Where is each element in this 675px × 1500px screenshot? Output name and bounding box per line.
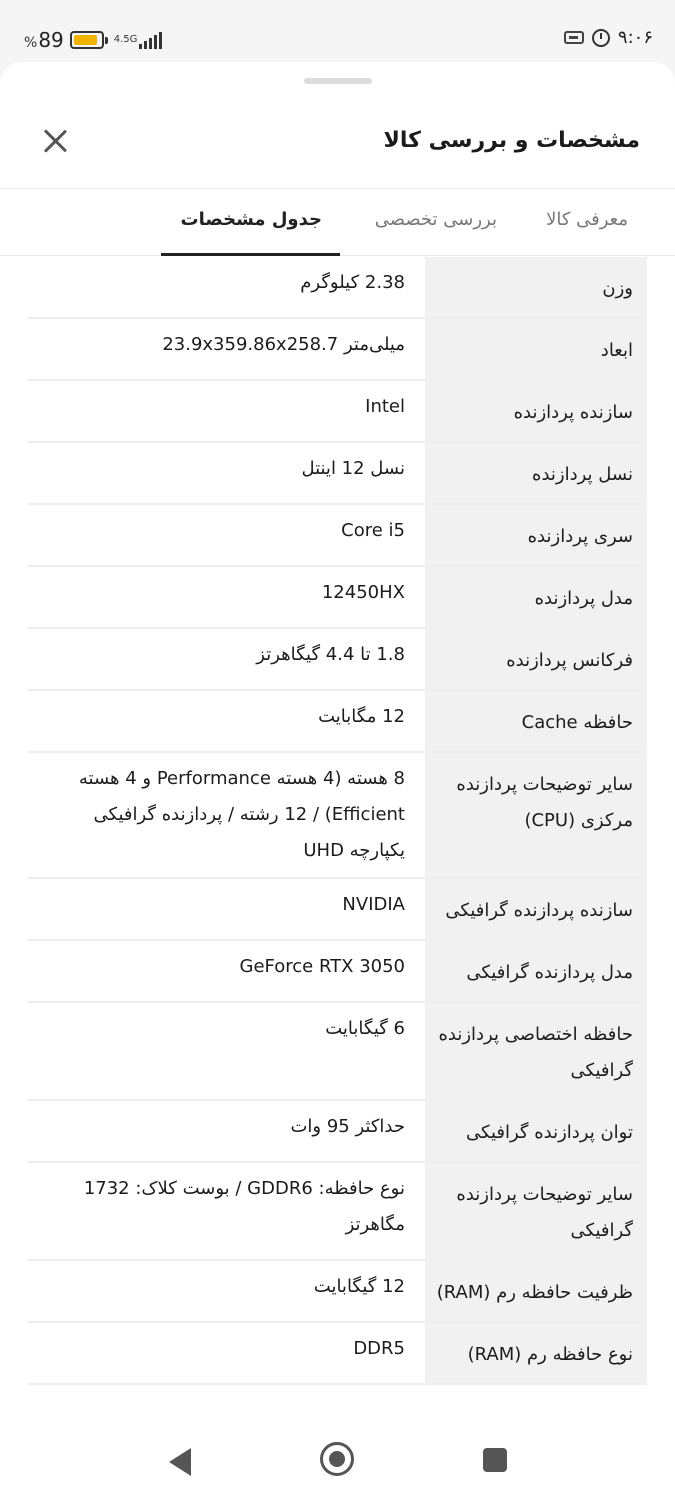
battery-fill bbox=[73, 35, 97, 45]
spec-value: 1.8 تا 4.4 گیگاهرتز bbox=[256, 644, 405, 665]
alarm-icon bbox=[591, 28, 610, 47]
spec-value: میلی‌متر 23.9x359.86x258.7 bbox=[162, 334, 405, 355]
spec-label: نوع حافظه رم (RAM) bbox=[425, 1323, 647, 1383]
active-tab-indicator bbox=[161, 253, 340, 256]
spec-row: فرکانس پردازنده 1.8 تا 4.4 گیگاهرتز bbox=[28, 629, 647, 691]
home-icon[interactable] bbox=[320, 1442, 354, 1476]
spec-value: 12450HX bbox=[321, 582, 405, 603]
spec-row: سایر توضیحات پردازنده گرافیکی نوع حافظه: … bbox=[28, 1163, 647, 1261]
spec-label: ظرفیت حافظه رم (RAM) bbox=[425, 1261, 647, 1321]
spec-label: ابعاد bbox=[425, 319, 647, 379]
spec-value: 12 گیگابایت bbox=[313, 1276, 405, 1297]
system-nav-bar bbox=[0, 1418, 675, 1500]
battery-percent-sign: % bbox=[24, 35, 38, 51]
spec-label: سری پردازنده bbox=[425, 505, 647, 565]
spec-value: 6 گیگابایت bbox=[325, 1018, 405, 1039]
spec-value: 2.38 کیلوگرم bbox=[300, 272, 405, 293]
spec-label: مدل پردازنده bbox=[425, 567, 647, 627]
spec-row: نسل پردازنده نسل 12 اینتل bbox=[28, 443, 647, 505]
spec-label: توان پردازنده گرافیکی bbox=[425, 1101, 647, 1161]
sheet-title: مشخصات و بررسی کالا bbox=[383, 128, 640, 153]
drag-handle[interactable] bbox=[304, 78, 372, 84]
spec-label: سازنده پردازنده گرافیکی bbox=[425, 879, 647, 939]
spec-row: سازنده پردازنده گرافیکی NVIDIA bbox=[28, 879, 647, 941]
spec-value: Intel bbox=[365, 396, 405, 417]
battery-percentage: 89 bbox=[38, 28, 64, 52]
spec-row: حافظه Cache 12 مگابایت bbox=[28, 691, 647, 753]
spec-row: نوع حافظه رم (RAM) DDR5 bbox=[28, 1323, 647, 1385]
spec-row: مدل پردازنده گرافیکی GeForce RTX 3050 bbox=[28, 941, 647, 1003]
tab-product-intro[interactable]: معرفی کالا bbox=[546, 209, 628, 230]
battery-icon bbox=[69, 31, 108, 49]
spec-label: سازنده پردازنده bbox=[425, 381, 647, 441]
status-left-group: % 89 4.5G bbox=[24, 28, 163, 52]
spec-label: مدل پردازنده گرافیکی bbox=[425, 941, 647, 1001]
tab-expert-review[interactable]: بررسی تخصصی bbox=[375, 209, 497, 230]
clock: ۹:۰۶ bbox=[617, 27, 653, 48]
spec-label: سایر توضیحات پردازنده گرافیکی bbox=[425, 1163, 647, 1259]
status-right-group: ۹:۰۶ bbox=[563, 27, 653, 48]
spec-value: GeForce RTX 3050 bbox=[239, 956, 406, 977]
spec-label: نسل پردازنده bbox=[425, 443, 647, 503]
card-icon bbox=[563, 31, 584, 44]
spec-value: 12 مگابایت bbox=[318, 706, 405, 727]
spec-row: وزن 2.38 کیلوگرم bbox=[28, 257, 647, 319]
spec-row: ظرفیت حافظه رم (RAM) 12 گیگابایت bbox=[28, 1261, 647, 1323]
sheet-header: مشخصات و بررسی کالا bbox=[0, 102, 675, 189]
spec-row: مدل پردازنده 12450HX bbox=[28, 567, 647, 629]
spec-value: نسل 12 اینتل bbox=[301, 458, 405, 479]
close-icon[interactable] bbox=[38, 124, 72, 158]
spec-label: سایر توضیحات پردازنده مرکزی (CPU) bbox=[425, 753, 647, 877]
spec-label: حافظه اختصاصی پردازنده گرافیکی bbox=[425, 1003, 647, 1099]
spec-value: نوع حافظه: GDDR6 / بوست کلاک: 1732 مگاهر… bbox=[83, 1178, 405, 1235]
tab-bar: معرفی کالا بررسی تخصصی جدول مشخصات bbox=[0, 189, 675, 256]
spec-table: وزن 2.38 کیلوگرم ابعاد میلی‌متر 23.9x359.86… bbox=[28, 257, 647, 1385]
spec-value: Core i5 bbox=[341, 520, 405, 541]
spec-row: سازنده پردازنده Intel bbox=[28, 381, 647, 443]
status-bar: % 89 4.5G ۹:۰۶ bbox=[0, 0, 675, 62]
spec-label: حافظه Cache bbox=[425, 691, 647, 751]
recent-apps-icon[interactable] bbox=[483, 1448, 507, 1472]
spec-value: NVIDIA bbox=[342, 894, 405, 915]
tab-spec-table[interactable]: جدول مشخصات bbox=[181, 209, 322, 230]
spec-value: حداکثر 95 وات bbox=[290, 1116, 405, 1137]
spec-row: ابعاد میلی‌متر 23.9x359.86x258.7 bbox=[28, 319, 647, 381]
network-type: 4.5G bbox=[113, 34, 138, 45]
spec-row: سری پردازنده Core i5 bbox=[28, 505, 647, 567]
spec-label: وزن bbox=[425, 257, 647, 317]
spec-value: DDR5 bbox=[353, 1338, 405, 1359]
spec-row: توان پردازنده گرافیکی حداکثر 95 وات bbox=[28, 1101, 647, 1163]
spec-row: سایر توضیحات پردازنده مرکزی (CPU) 8 هسته … bbox=[28, 753, 647, 879]
bottom-sheet: مشخصات و بررسی کالا معرفی کالا بررسی تخص… bbox=[0, 62, 675, 1400]
spec-row: حافظه اختصاصی پردازنده گرافیکی 6 گیگابایت bbox=[28, 1003, 647, 1101]
spec-value: 8 هسته (4 هسته Performance و 4 هسته Effi… bbox=[78, 768, 405, 861]
back-icon[interactable] bbox=[169, 1448, 191, 1476]
spec-label: فرکانس پردازنده bbox=[425, 629, 647, 689]
signal-icon bbox=[139, 31, 163, 49]
